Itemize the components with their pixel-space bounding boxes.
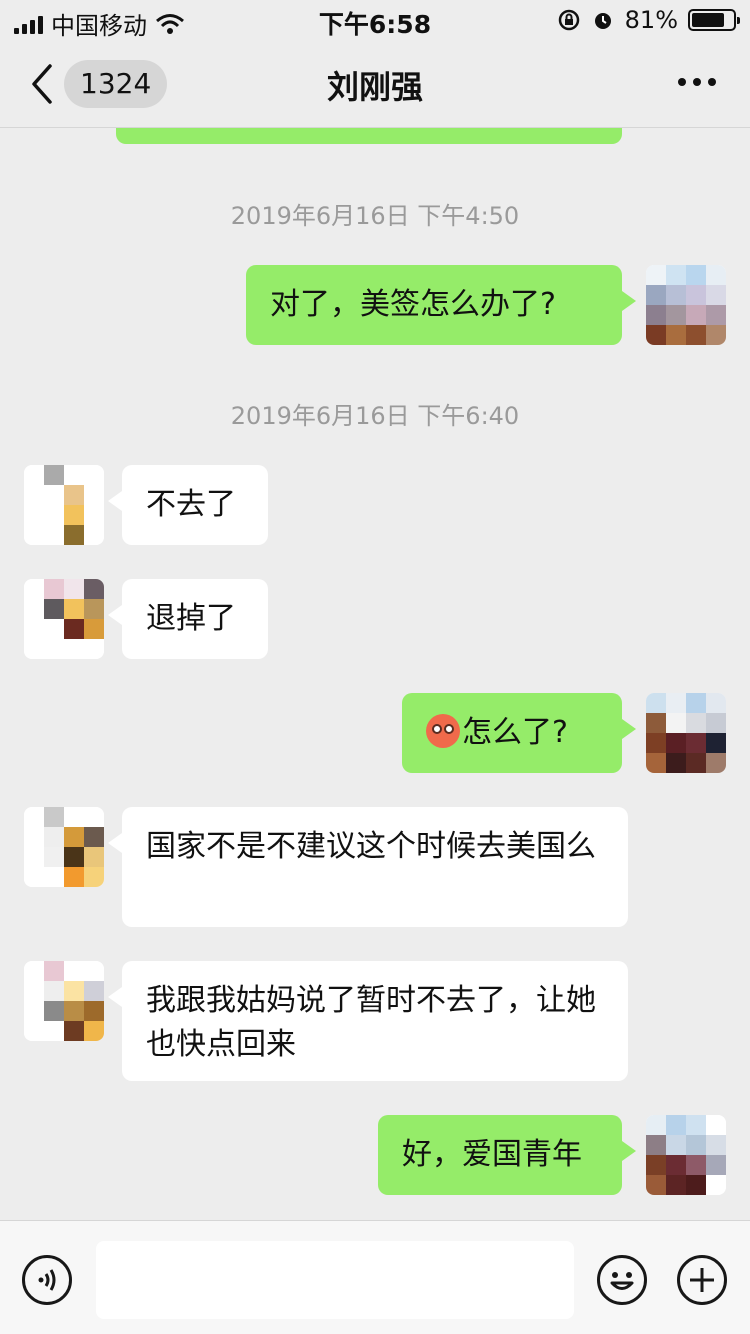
message-text: 怎么了? bbox=[462, 715, 568, 750]
received-message-bubble[interactable]: 国家不是不建议这个时候去美国么 bbox=[108, 807, 628, 927]
battery-percent: 81% bbox=[624, 6, 678, 34]
partial-message-bubble bbox=[116, 128, 622, 144]
battery-icon bbox=[688, 9, 740, 31]
sent-message-bubble[interactable]: 怎么了? bbox=[402, 693, 636, 773]
message-text: 好，爱国青年 bbox=[402, 1137, 582, 1172]
alarm-icon bbox=[594, 13, 611, 29]
sent-message-bubble[interactable]: 对了，美签怎么办了? bbox=[246, 265, 636, 345]
more-functions-button[interactable] bbox=[677, 1255, 727, 1305]
my-avatar[interactable] bbox=[646, 693, 726, 773]
input-bar bbox=[0, 1220, 750, 1334]
my-avatar[interactable] bbox=[646, 265, 726, 345]
plus-icon bbox=[690, 1268, 714, 1292]
message-text: 退掉了 bbox=[146, 601, 236, 636]
chat-title: 刘刚强 bbox=[326, 68, 423, 106]
received-message-bubble[interactable]: 退掉了 bbox=[108, 579, 268, 659]
chat-header: 1324 刘刚强 bbox=[0, 40, 750, 128]
more-options-icon[interactable] bbox=[678, 78, 716, 86]
status-bar: 中国移动 下午6:58 81% bbox=[0, 0, 750, 40]
received-message-bubble[interactable]: 我跟我姑妈说了暂时不去了，让她也快点回来 bbox=[108, 961, 628, 1081]
rotation-lock-icon bbox=[558, 9, 579, 31]
received-message-bubble[interactable]: 不去了 bbox=[108, 465, 268, 545]
message-text: 我跟我姑妈说了暂时不去了，让她也快点回来 bbox=[146, 983, 596, 1062]
flushed-face-emoji-icon bbox=[426, 714, 460, 748]
contact-avatar[interactable] bbox=[24, 807, 104, 887]
message-input[interactable] bbox=[96, 1241, 574, 1319]
voice-input-button[interactable] bbox=[22, 1255, 72, 1305]
contact-avatar[interactable] bbox=[24, 465, 104, 545]
message-text: 国家不是不建议这个时候去美国么 bbox=[146, 829, 596, 864]
emoji-button[interactable] bbox=[597, 1255, 647, 1305]
message-list[interactable]: 2019年6月16日 下午4:50 对了，美签怎么办了? 2019年6月16日 … bbox=[0, 128, 750, 1220]
contact-avatar[interactable] bbox=[24, 961, 104, 1041]
message-text: 对了，美签怎么办了? bbox=[270, 287, 556, 322]
status-right: 81% bbox=[557, 6, 740, 34]
timestamp: 2019年6月16日 下午4:50 bbox=[230, 202, 520, 230]
contact-avatar[interactable] bbox=[24, 579, 104, 659]
my-avatar[interactable] bbox=[646, 1115, 726, 1195]
voice-icon bbox=[38, 1269, 56, 1291]
message-text: 不去了 bbox=[146, 487, 236, 522]
emoji-icon bbox=[610, 1272, 634, 1290]
timestamp: 2019年6月16日 下午6:40 bbox=[230, 402, 520, 430]
sent-message-bubble[interactable]: 好，爱国青年 bbox=[378, 1115, 636, 1195]
